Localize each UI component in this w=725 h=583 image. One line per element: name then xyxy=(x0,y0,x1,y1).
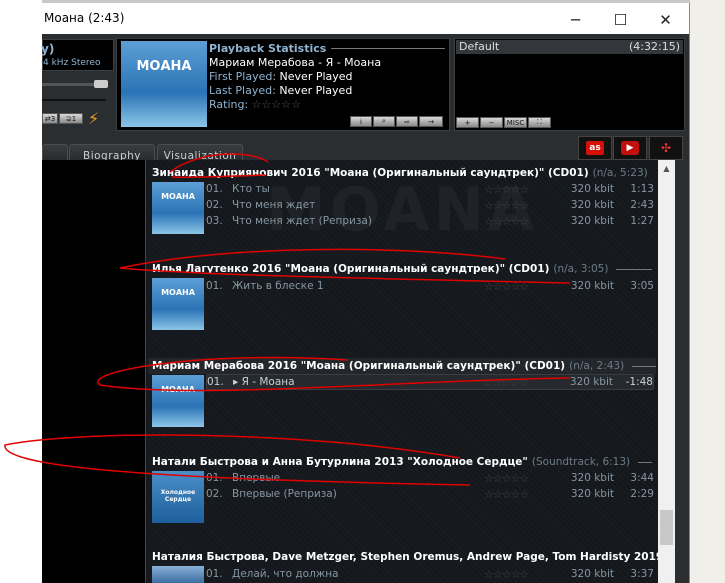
annotation-mark xyxy=(97,356,571,392)
annotation-mark xyxy=(4,434,471,486)
annotation-overlay xyxy=(4,153,571,486)
annotation-mark xyxy=(119,248,571,284)
annotation-mark xyxy=(169,153,269,179)
